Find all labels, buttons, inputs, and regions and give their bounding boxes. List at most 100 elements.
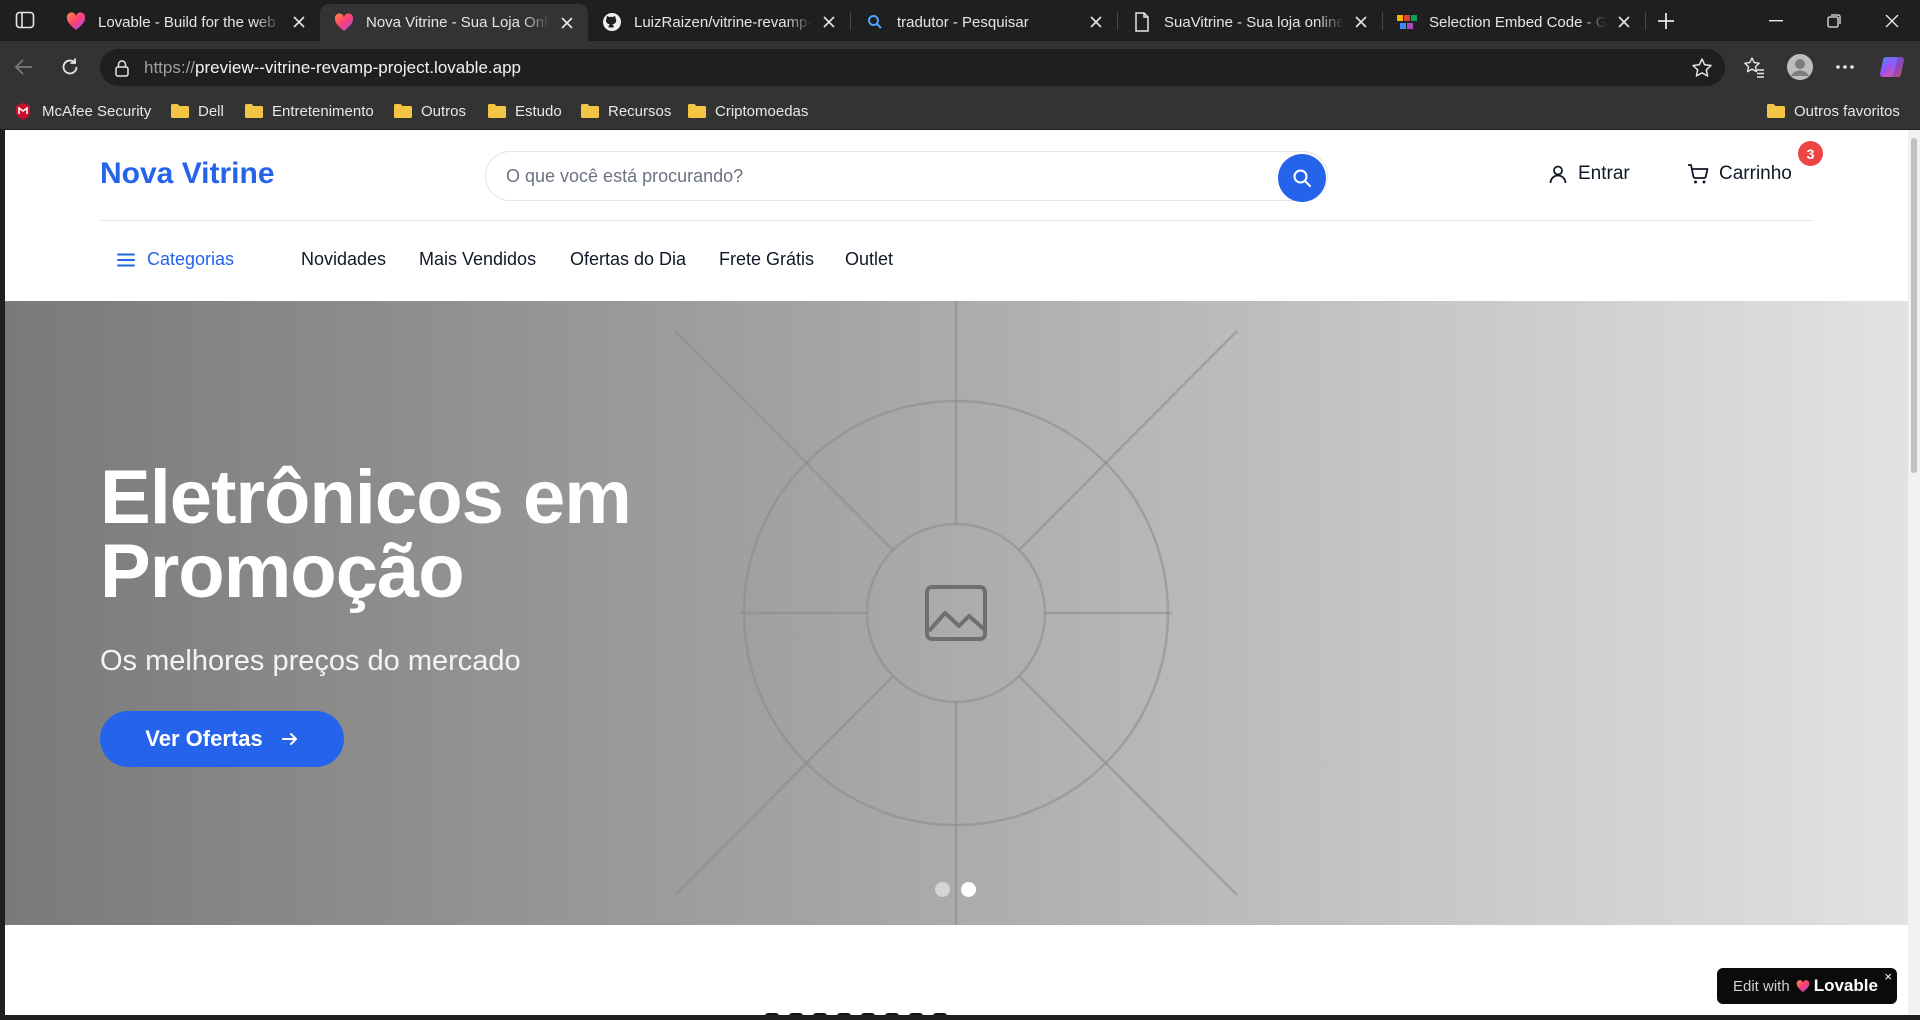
nav-link-outlet[interactable]: Outlet bbox=[845, 249, 893, 270]
folder-icon bbox=[1766, 102, 1786, 120]
tab-tradutor[interactable]: tradutor - Pesquisar bbox=[851, 4, 1117, 40]
site-logo[interactable]: Nova Vitrine bbox=[100, 157, 275, 191]
close-icon[interactable] bbox=[1352, 13, 1370, 31]
reload-button[interactable] bbox=[54, 51, 86, 83]
tab-selection-embed[interactable]: Selection Embed Code - Google bbox=[1383, 4, 1645, 40]
more-menu-button[interactable] bbox=[1829, 51, 1861, 83]
restore-icon bbox=[1827, 13, 1841, 28]
new-tab-button[interactable] bbox=[1652, 8, 1680, 34]
profile-button[interactable] bbox=[1784, 51, 1816, 83]
bookmark-entretenimento[interactable]: Entretenimento bbox=[244, 99, 374, 123]
favorite-star-icon[interactable] bbox=[1691, 57, 1713, 84]
folder-icon bbox=[687, 102, 707, 120]
copilot-button[interactable] bbox=[1876, 51, 1908, 83]
bookmark-criptomoedas[interactable]: Criptomoedas bbox=[687, 99, 808, 123]
nav-link-mais-vendidos[interactable]: Mais Vendidos bbox=[419, 249, 536, 270]
bookmarks-bar: McAfee Security Dell Entretenimento Outr… bbox=[0, 93, 1920, 129]
arrow-left-icon bbox=[14, 59, 32, 75]
image-icon bbox=[925, 585, 987, 641]
lovable-heart-icon bbox=[334, 12, 354, 33]
bookmark-outros[interactable]: Outros bbox=[393, 99, 466, 123]
lovable-heart-icon bbox=[66, 12, 86, 32]
edit-with-lovable-badge[interactable]: Edit with Lovable × bbox=[1717, 968, 1897, 1004]
carousel-dot-2-active[interactable] bbox=[961, 882, 976, 897]
restore-button[interactable] bbox=[1806, 0, 1862, 41]
favorites-list-icon bbox=[1744, 57, 1764, 78]
hero-title: Eletrônicos em Promoção bbox=[100, 455, 632, 614]
address-bar[interactable]: https://preview--vitrine-revamp-project.… bbox=[100, 49, 1725, 86]
bookmark-mcafee[interactable]: McAfee Security bbox=[14, 99, 151, 123]
ellipsis-icon bbox=[1836, 65, 1854, 69]
folder-icon bbox=[487, 102, 507, 120]
search-icon bbox=[1293, 169, 1311, 187]
user-icon bbox=[1548, 164, 1568, 184]
arrow-right-icon bbox=[281, 731, 299, 747]
categories-button[interactable]: Categorias bbox=[117, 249, 234, 270]
tab-title: Lovable - Build for the web 2 bbox=[98, 13, 282, 31]
folder-icon bbox=[580, 102, 600, 120]
page-scrollbar[interactable] bbox=[1908, 130, 1920, 1015]
view-offers-button[interactable]: Ver Ofertas bbox=[100, 711, 344, 767]
hero-banner: Eletrônicos em Promoção Os melhores preç… bbox=[5, 301, 1908, 925]
menu-icon bbox=[117, 253, 135, 267]
hero-subtitle: Os melhores preços do mercado bbox=[100, 645, 521, 677]
tab-title: SuaVitrine - Sua loja online bbox=[1164, 13, 1344, 31]
login-link[interactable]: Entrar bbox=[1548, 162, 1630, 186]
close-icon[interactable] bbox=[558, 14, 576, 32]
close-badge-button[interactable]: × bbox=[1884, 969, 1892, 984]
cart-count-badge: 3 bbox=[1798, 141, 1823, 166]
bookmark-dell[interactable]: Dell bbox=[170, 99, 224, 123]
browser-toolbar: https://preview--vitrine-revamp-project.… bbox=[0, 41, 1920, 93]
site-info-icon[interactable] bbox=[112, 59, 132, 77]
page-viewport: Nova Vitrine Entrar Carrinho 3 bbox=[5, 130, 1908, 1015]
mcafee-icon bbox=[14, 102, 34, 120]
tab-github[interactable]: LuizRaizen/vitrine-revamp-project bbox=[588, 4, 850, 40]
plus-icon bbox=[1658, 13, 1674, 29]
tab-title: LuizRaizen/vitrine-revamp-project bbox=[634, 13, 812, 31]
close-icon bbox=[1885, 14, 1899, 27]
nav-link-frete-gratis[interactable]: Frete Grátis bbox=[719, 249, 814, 270]
tab-separator bbox=[1645, 12, 1646, 30]
tab-title: Nova Vitrine - Sua Loja Online bbox=[366, 14, 550, 31]
page-content-below-fold bbox=[5, 925, 1908, 1015]
avatar-icon bbox=[1787, 54, 1813, 80]
tab-lovable[interactable]: Lovable - Build for the web 2 bbox=[52, 4, 320, 40]
search-input[interactable] bbox=[506, 165, 1266, 187]
search-icon bbox=[865, 12, 885, 32]
scrollbar-thumb[interactable] bbox=[1911, 138, 1917, 473]
folder-icon bbox=[170, 102, 190, 120]
back-button[interactable] bbox=[8, 51, 40, 83]
site-header: Nova Vitrine Entrar Carrinho 3 bbox=[5, 130, 1908, 301]
copilot-icon bbox=[1880, 57, 1904, 77]
bookmark-other-favorites[interactable]: Outros favoritos bbox=[1766, 99, 1900, 123]
reload-icon bbox=[62, 58, 78, 75]
folder-icon bbox=[244, 102, 264, 120]
folder-icon bbox=[393, 102, 413, 120]
close-icon[interactable] bbox=[1087, 13, 1105, 31]
document-icon bbox=[1132, 12, 1152, 32]
tab-suavitrine[interactable]: SuaVitrine - Sua loja online bbox=[1118, 4, 1382, 40]
minimize-button[interactable] bbox=[1748, 0, 1804, 41]
carousel-dot-1[interactable] bbox=[935, 882, 950, 897]
sidebar-toggle-icon[interactable] bbox=[14, 10, 36, 30]
bookmark-estudo[interactable]: Estudo bbox=[487, 99, 562, 123]
close-window-button[interactable] bbox=[1864, 0, 1920, 41]
search-button[interactable] bbox=[1278, 154, 1326, 202]
section-heading-clipped bbox=[765, 1013, 1145, 1015]
lovable-heart-icon bbox=[1796, 979, 1810, 993]
nav-link-novidades[interactable]: Novidades bbox=[301, 249, 386, 270]
close-icon[interactable] bbox=[1615, 13, 1633, 31]
bookmark-recursos[interactable]: Recursos bbox=[580, 99, 671, 123]
search-bar bbox=[485, 151, 1328, 202]
main-navigation: Categorias Novidades Mais Vendidos Ofert… bbox=[5, 221, 1908, 301]
close-icon[interactable] bbox=[290, 13, 308, 31]
close-icon[interactable] bbox=[820, 13, 838, 31]
cart-link[interactable]: Carrinho bbox=[1687, 162, 1792, 186]
minimize-icon bbox=[1769, 19, 1783, 21]
tab-nova-vitrine[interactable]: Nova Vitrine - Sua Loja Online bbox=[320, 4, 588, 41]
nav-link-ofertas-do-dia[interactable]: Ofertas do Dia bbox=[570, 249, 686, 270]
tab-title: tradutor - Pesquisar bbox=[897, 13, 1029, 31]
favorites-button[interactable] bbox=[1738, 51, 1770, 83]
colorful-logo-icon bbox=[1397, 12, 1417, 32]
url-text: https://preview--vitrine-revamp-project.… bbox=[144, 57, 521, 77]
